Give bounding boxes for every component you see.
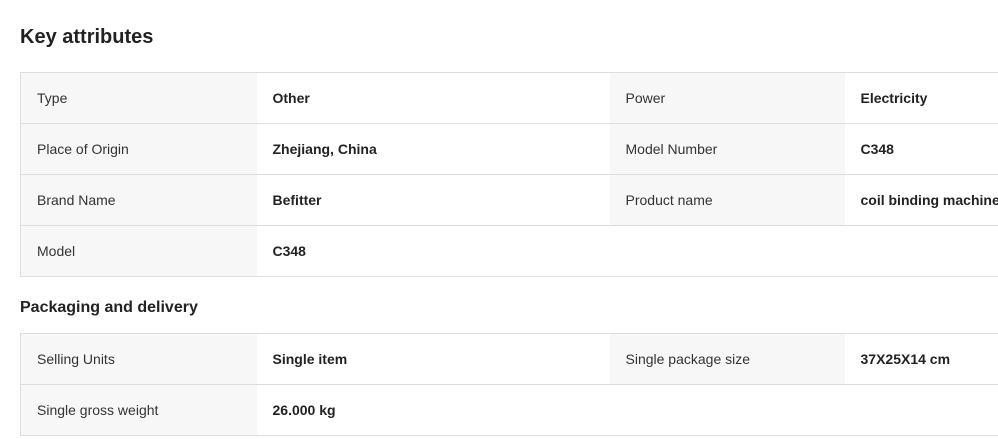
attribute-label: Single gross weight xyxy=(20,384,257,436)
attribute-value: Other xyxy=(256,72,610,124)
key-attributes-title: Key attributes xyxy=(20,26,154,48)
attribute-value: C348 xyxy=(256,225,610,277)
table-row: Type Other Power Electricity xyxy=(20,72,998,124)
packaging-delivery-title: Packaging and delivery xyxy=(20,299,198,316)
attribute-value: C348 xyxy=(844,123,998,175)
attribute-value: Electricity xyxy=(844,72,998,124)
attribute-label: Model Number xyxy=(609,123,845,175)
packaging-delivery-table: Selling Units Single item Single package… xyxy=(20,333,998,436)
attribute-label: Power xyxy=(609,72,845,124)
attribute-label: Brand Name xyxy=(20,174,257,226)
empty-cell xyxy=(609,225,845,277)
table-row: Brand Name Befitter Product name coil bi… xyxy=(20,174,998,226)
table-row: Selling Units Single item Single package… xyxy=(20,333,998,385)
attribute-label: Type xyxy=(20,72,257,124)
attribute-label: Selling Units xyxy=(20,333,257,385)
empty-cell xyxy=(844,384,998,436)
attribute-value: Zhejiang, China xyxy=(256,123,610,175)
empty-cell xyxy=(609,384,845,436)
attribute-label: Single package size xyxy=(609,333,845,385)
key-attributes-table: Type Other Power Electricity Place of Or… xyxy=(20,72,998,277)
table-row: Place of Origin Zhejiang, China Model Nu… xyxy=(20,123,998,175)
attribute-value: Befitter xyxy=(256,174,610,226)
attribute-label: Place of Origin xyxy=(20,123,257,175)
attribute-value: Single item xyxy=(256,333,610,385)
product-details-page: Key attributes Type Other Power Electric… xyxy=(0,0,998,439)
attribute-label: Product name xyxy=(609,174,845,226)
table-row: Single gross weight 26.000 kg xyxy=(20,384,998,436)
attribute-value: 37X25X14 cm xyxy=(844,333,998,385)
attribute-label: Model xyxy=(20,225,257,277)
empty-cell xyxy=(844,225,998,277)
table-row: Model C348 xyxy=(20,225,998,277)
attribute-value: coil binding machine xyxy=(844,174,998,226)
attribute-value: 26.000 kg xyxy=(256,384,610,436)
